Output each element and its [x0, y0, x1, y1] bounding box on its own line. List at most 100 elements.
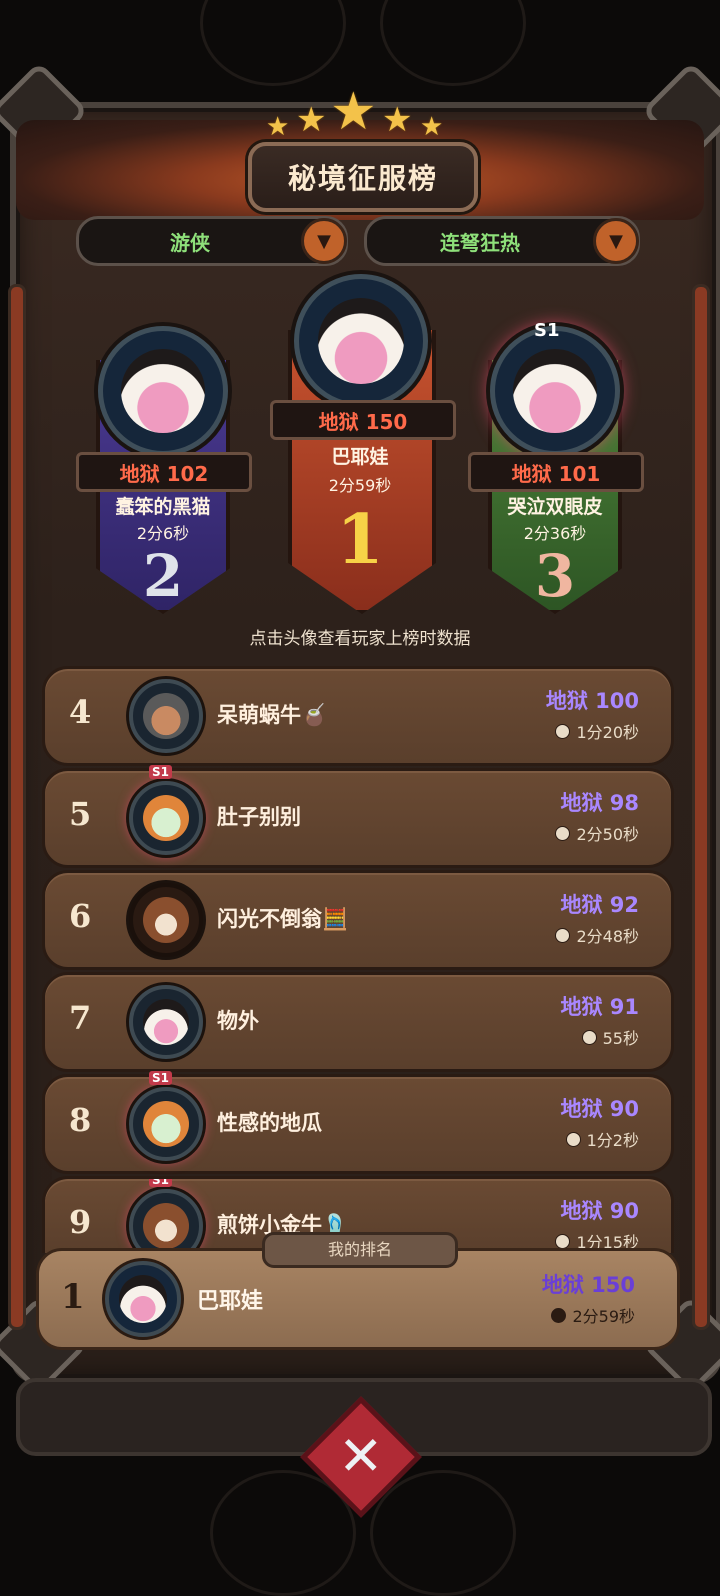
podium-second[interactable]: 地狱 102 蠢笨的黑猫 2分6秒 2 [76, 320, 252, 620]
rank-number: 5 [69, 795, 92, 833]
podium-name: 巴耶娃 [331, 446, 389, 468]
podium-time: 2分59秒 [328, 476, 392, 495]
podium-score: 地狱 102 [76, 452, 252, 492]
fox-avatar-icon [143, 1101, 189, 1147]
time-value: 2分59秒 [572, 1307, 635, 1326]
podium-rank: 2 [142, 542, 184, 610]
skill-dropdown[interactable]: 连弩狂热 ▼ [364, 216, 640, 266]
clock-icon [555, 826, 571, 841]
list-item[interactable]: 6 闪光不倒翁🧮 地狱 92 2分48秒 [42, 870, 674, 970]
clock-icon [555, 724, 571, 739]
left-rail [8, 284, 26, 1330]
star-icon: ★ [420, 112, 444, 142]
background-ornament [380, 0, 526, 86]
rank-number: 7 [69, 999, 92, 1037]
player-time: 55秒 [581, 1025, 639, 1049]
star-icon: ★ [382, 100, 413, 140]
right-rail [692, 284, 710, 1330]
podium-rank: 3 [534, 542, 576, 610]
class-dropdown-label: 游侠 [170, 230, 210, 255]
background-ornament [370, 1470, 516, 1596]
clock-icon [555, 928, 571, 943]
cow-avatar-icon [121, 349, 205, 433]
clock-icon [555, 1234, 571, 1249]
avatar[interactable] [129, 883, 203, 957]
time-value: 1分2秒 [586, 1131, 639, 1150]
viking-avatar-icon [143, 693, 189, 739]
avatar[interactable] [129, 781, 203, 855]
podium-score: 地狱 101 [468, 452, 644, 492]
cow-avatar-icon [119, 1275, 167, 1323]
rank-number: 8 [69, 1101, 92, 1139]
cow-avatar-icon [317, 297, 405, 385]
avatar[interactable] [129, 679, 203, 753]
chevron-down-icon[interactable]: ▼ [301, 218, 347, 264]
podium-time: 2分6秒 [136, 524, 190, 543]
my-player-time: 2分59秒 [551, 1303, 635, 1327]
list-item[interactable]: 7 物外 地狱 91 55秒 [42, 972, 674, 1072]
player-score: 地狱 90 [560, 1097, 639, 1121]
avatar[interactable] [129, 1087, 203, 1161]
player-name: 呆萌蜗牛🧉 [217, 703, 328, 727]
player-time: 1分2秒 [565, 1127, 639, 1151]
list-item[interactable]: 5 S1 肚子别别 地狱 98 2分50秒 [42, 765, 674, 868]
clock-icon [565, 1132, 581, 1147]
list-item[interactable]: 4 呆萌蜗牛🧉 地狱 100 1分20秒 [42, 666, 674, 766]
player-name: 闪光不倒翁🧮 [217, 907, 349, 931]
bear-avatar-icon [143, 897, 189, 943]
podium-rank: 1 [336, 500, 384, 580]
skill-dropdown-label: 连弩狂热 [440, 230, 520, 255]
clock-icon [581, 1030, 597, 1045]
time-value: 2分48秒 [576, 927, 639, 946]
player-time: 1分20秒 [555, 719, 639, 743]
player-score: 地狱 90 [560, 1199, 639, 1223]
avatar[interactable] [98, 326, 228, 456]
player-name: 物外 [217, 1009, 259, 1033]
player-name: 肚子别别 [217, 805, 301, 829]
class-dropdown[interactable]: 游侠 ▼ [76, 216, 348, 266]
avatar[interactable] [129, 985, 203, 1059]
star-icon: ★ [296, 100, 327, 140]
avatar[interactable] [105, 1261, 181, 1337]
chevron-down-icon[interactable]: ▼ [593, 218, 639, 264]
avatar[interactable] [490, 326, 620, 456]
list-item[interactable]: 8 S1 性感的地瓜 地狱 90 1分2秒 [42, 1071, 674, 1174]
podium-score: 地狱 150 [270, 400, 456, 440]
player-name: 性感的地瓜 [217, 1111, 322, 1135]
time-value: 1分20秒 [576, 723, 639, 742]
player-time: 2分50秒 [555, 821, 639, 845]
rank-number: 4 [69, 693, 92, 731]
time-value: 55秒 [602, 1029, 639, 1048]
podium-name: 蠢笨的黑猫 [115, 496, 211, 518]
cow-avatar-icon [143, 999, 189, 1045]
rank-number: 9 [69, 1203, 92, 1241]
my-rank-number: 1 [61, 1277, 85, 1317]
season-badge: S1 [534, 320, 560, 341]
player-time: 2分48秒 [555, 923, 639, 947]
avatar[interactable] [129, 1189, 203, 1253]
bear-avatar-icon [143, 1203, 189, 1249]
player-score: 地狱 91 [560, 995, 639, 1019]
player-score: 地狱 92 [560, 893, 639, 917]
star-icon: ★ [266, 112, 290, 142]
season-badge: S1 [149, 1179, 172, 1187]
my-player-score: 地狱 150 [541, 1273, 635, 1297]
star-icon: ★ [330, 82, 377, 142]
podium-time: 2分36秒 [523, 524, 587, 543]
time-value: 2分50秒 [576, 825, 639, 844]
player-score: 地狱 100 [545, 689, 639, 713]
avatar[interactable] [294, 274, 428, 408]
season-badge: S1 [149, 1071, 172, 1085]
my-rank-label: 我的排名 [262, 1232, 458, 1268]
podium-name: 哭泣双眼皮 [507, 496, 603, 518]
background-ornament [200, 0, 346, 86]
hint-text: 点击头像查看玩家上榜时数据 [249, 629, 471, 649]
page-title: 秘境征服榜 [248, 142, 478, 212]
my-player-name: 巴耶娃 [197, 1289, 264, 1314]
podium-third[interactable]: S1 地狱 101 哭泣双眼皮 2分36秒 3 [468, 320, 644, 620]
cow-avatar-icon [513, 349, 597, 433]
podium-first[interactable]: 地狱 150 巴耶娃 2分59秒 1 [270, 270, 456, 614]
player-score: 地狱 98 [560, 791, 639, 815]
season-badge: S1 [149, 765, 172, 779]
rank-number: 6 [69, 897, 92, 935]
